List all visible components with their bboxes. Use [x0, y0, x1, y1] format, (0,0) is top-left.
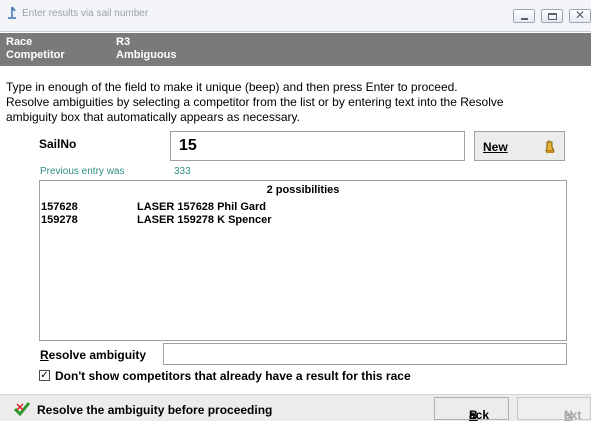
hide-completed-label[interactable]: Don't show competitors that already have… — [55, 369, 411, 383]
checkmark-status-icon — [14, 402, 30, 416]
possibilities-header: 2 possibilities — [266, 184, 340, 196]
race-value: R3 — [116, 36, 131, 48]
status-bar: Resolve the ambiguity before proceeding … — [0, 394, 591, 421]
new-competitor-icon — [545, 140, 555, 153]
possibilities-list[interactable]: 2 possibilities 157628 LASER 157628 Phil… — [39, 180, 567, 341]
new-button[interactable]: New — [474, 131, 565, 161]
previous-entry-value: 333 — [174, 166, 191, 177]
window-title: Enter results via sail number — [22, 8, 149, 19]
sailno-input[interactable]: 15 — [170, 131, 465, 161]
window-titlebar: Enter results via sail number ✕ — [0, 0, 591, 32]
hide-completed-checkbox[interactable]: ✓ — [39, 370, 50, 381]
sailno-label: SailNo — [39, 137, 77, 151]
list-item-description: LASER 157628 Phil Gard — [137, 201, 266, 213]
race-info-bar: Race R3 Competitor Ambiguous — [0, 33, 591, 66]
maximize-icon — [548, 13, 557, 20]
resolve-ambiguity-label: Resolve ambiguity — [40, 348, 146, 362]
close-button[interactable]: ✕ — [569, 8, 591, 23]
minimize-icon — [521, 18, 528, 20]
race-label: Race — [6, 36, 33, 48]
instructions-line-1: Type in enough of the field to make it u… — [6, 80, 458, 94]
next-button-label-rest: ext — [564, 408, 582, 421]
list-item-sail: 159278 — [41, 214, 78, 226]
instructions: Type in enough of the field to make it u… — [6, 80, 589, 125]
instructions-line-3: ambiguity box that automatically appears… — [6, 110, 300, 124]
minimize-button[interactable] — [513, 9, 535, 23]
instructions-line-2: Resolve ambiguities by selecting a compe… — [6, 95, 504, 109]
close-icon: ✕ — [575, 8, 586, 22]
status-message: Resolve the ambiguity before proceeding — [37, 403, 273, 417]
previous-entry-label: Previous entry was — [40, 166, 125, 177]
resolve-ambiguity-label-rest: esolve ambiguity — [48, 348, 147, 362]
competitor-value: Ambiguous — [116, 49, 177, 61]
back-button-label-rest: ack — [469, 408, 490, 421]
list-item-description: LASER 159278 K Spencer — [137, 214, 272, 226]
resolve-ambiguity-input[interactable] — [163, 343, 567, 365]
competitor-label: Competitor — [6, 49, 65, 61]
back-button[interactable]: Back — [434, 397, 509, 421]
checkmark-icon: ✓ — [40, 370, 49, 381]
next-button[interactable]: Next — [517, 397, 591, 421]
app-icon — [8, 6, 16, 19]
maximize-button[interactable] — [541, 9, 563, 23]
resolve-ambiguity-accelerator: R — [40, 348, 49, 362]
list-item-sail: 157628 — [41, 201, 78, 213]
new-button-label: New — [483, 140, 508, 154]
